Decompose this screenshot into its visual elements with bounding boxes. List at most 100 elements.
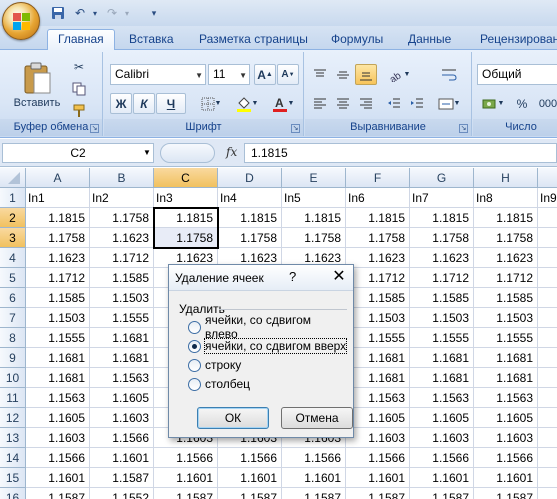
cell-b3[interactable]: 1.1623 [90,228,154,248]
cell-e16[interactable]: 1.1587 [282,488,346,499]
align-bottom-icon[interactable] [355,64,377,85]
cell-f8[interactable]: 1.1555 [346,328,410,348]
cell-b14[interactable]: 1.1601 [90,448,154,468]
cell-h7[interactable]: 1.1503 [474,308,538,328]
cell-i16[interactable] [538,488,557,499]
redo-icon[interactable]: ↷ [104,5,120,21]
cell-b2[interactable]: 1.1758 [90,208,154,228]
tab-page-layout[interactable]: Разметка страницы [199,30,308,50]
align-center-icon[interactable] [332,93,354,114]
cell-h3[interactable]: 1.1758 [474,228,538,248]
undo-dropdown-icon[interactable]: ▾ [87,5,103,21]
cell-f12[interactable]: 1.1605 [346,408,410,428]
cell-a6[interactable]: 1.1585 [26,288,90,308]
column-header-d[interactable]: D [218,168,282,188]
copy-icon[interactable] [68,78,90,99]
cell-a8[interactable]: 1.1555 [26,328,90,348]
radio-entire-row[interactable] [188,358,201,372]
cell-a4[interactable]: 1.1623 [26,248,90,268]
insert-function-icon[interactable]: fx [226,145,237,159]
cell-c3[interactable]: 1.1758 [154,228,218,248]
row-header-13[interactable]: 13 [0,428,26,448]
cell-i12[interactable] [538,408,557,428]
cell-i1[interactable]: In9 [538,188,557,208]
tab-formulas[interactable]: Формулы [331,30,383,50]
cell-f9[interactable]: 1.1681 [346,348,410,368]
name-box[interactable]: C2 [2,143,154,163]
fill-color-icon[interactable]: ▼ [231,93,263,114]
cell-h9[interactable]: 1.1681 [474,348,538,368]
cell-d3[interactable]: 1.1758 [218,228,282,248]
cell-h15[interactable]: 1.1601 [474,468,538,488]
percent-button[interactable]: % [511,93,533,114]
office-button[interactable] [2,2,40,40]
tab-review[interactable]: Рецензирование [480,30,557,50]
cell-a1[interactable]: In1 [26,188,90,208]
bold-button[interactable]: Ж [110,93,132,114]
cell-b9[interactable]: 1.1681 [90,348,154,368]
cell-b4[interactable]: 1.1712 [90,248,154,268]
align-right-icon[interactable] [355,93,377,114]
cell-f11[interactable]: 1.1563 [346,388,410,408]
increase-indent-icon[interactable] [406,93,428,114]
clipboard-launcher-icon[interactable]: ↘ [90,124,99,133]
cell-i11[interactable] [538,388,557,408]
cell-g3[interactable]: 1.1758 [410,228,474,248]
cell-g16[interactable]: 1.1587 [410,488,474,499]
cell-h8[interactable]: 1.1555 [474,328,538,348]
row-header-16[interactable]: 16 [0,488,26,499]
help-button[interactable]: ? [289,269,296,284]
cell-c1[interactable]: In3 [154,188,218,208]
cell-f1[interactable]: In6 [346,188,410,208]
cell-f16[interactable]: 1.1587 [346,488,410,499]
row-header-14[interactable]: 14 [0,448,26,468]
cell-f10[interactable]: 1.1681 [346,368,410,388]
column-header-f[interactable]: F [346,168,410,188]
cell-e2[interactable]: 1.1815 [282,208,346,228]
column-header-b[interactable]: B [90,168,154,188]
row-header-8[interactable]: 8 [0,328,26,348]
formula-bar-resize-handle[interactable] [160,143,215,163]
cell-a11[interactable]: 1.1563 [26,388,90,408]
thousands-separator-button[interactable]: 000 [534,93,557,114]
cell-b7[interactable]: 1.1555 [90,308,154,328]
row-header-12[interactable]: 12 [0,408,26,428]
cell-f2[interactable]: 1.1815 [346,208,410,228]
column-header-h[interactable]: H [474,168,538,188]
cell-d14[interactable]: 1.1566 [218,448,282,468]
cell-g5[interactable]: 1.1712 [410,268,474,288]
radio-shift-left[interactable] [188,320,201,334]
italic-button[interactable]: К [133,93,155,114]
cell-b5[interactable]: 1.1585 [90,268,154,288]
wrap-text-icon[interactable] [433,64,465,85]
cell-b12[interactable]: 1.1603 [90,408,154,428]
cell-g1[interactable]: In7 [410,188,474,208]
cell-a15[interactable]: 1.1601 [26,468,90,488]
cell-a5[interactable]: 1.1712 [26,268,90,288]
cell-a10[interactable]: 1.1681 [26,368,90,388]
radio-shift-up[interactable] [188,339,201,353]
tab-data[interactable]: Данные [408,30,451,50]
row-header-4[interactable]: 4 [0,248,26,268]
close-button[interactable]: ✕ [329,267,349,287]
cell-a3[interactable]: 1.1758 [26,228,90,248]
cell-f3[interactable]: 1.1758 [346,228,410,248]
cell-a12[interactable]: 1.1605 [26,408,90,428]
cell-f7[interactable]: 1.1503 [346,308,410,328]
format-painter-icon[interactable] [68,100,90,121]
align-middle-icon[interactable] [332,64,354,85]
cell-i6[interactable] [538,288,557,308]
row-header-5[interactable]: 5 [0,268,26,288]
cell-a9[interactable]: 1.1681 [26,348,90,368]
row-header-2[interactable]: 2 [0,208,26,228]
merge-center-icon[interactable]: ▼ [433,93,465,114]
cell-g9[interactable]: 1.1681 [410,348,474,368]
cell-c14[interactable]: 1.1566 [154,448,218,468]
cell-h5[interactable]: 1.1712 [474,268,538,288]
cell-c16[interactable]: 1.1587 [154,488,218,499]
cut-icon[interactable]: ✂ [68,56,90,77]
cell-e3[interactable]: 1.1758 [282,228,346,248]
redo-dropdown-icon[interactable]: ▾ [119,5,135,21]
grow-font-icon[interactable]: A ▲ [254,64,276,85]
cell-g15[interactable]: 1.1601 [410,468,474,488]
